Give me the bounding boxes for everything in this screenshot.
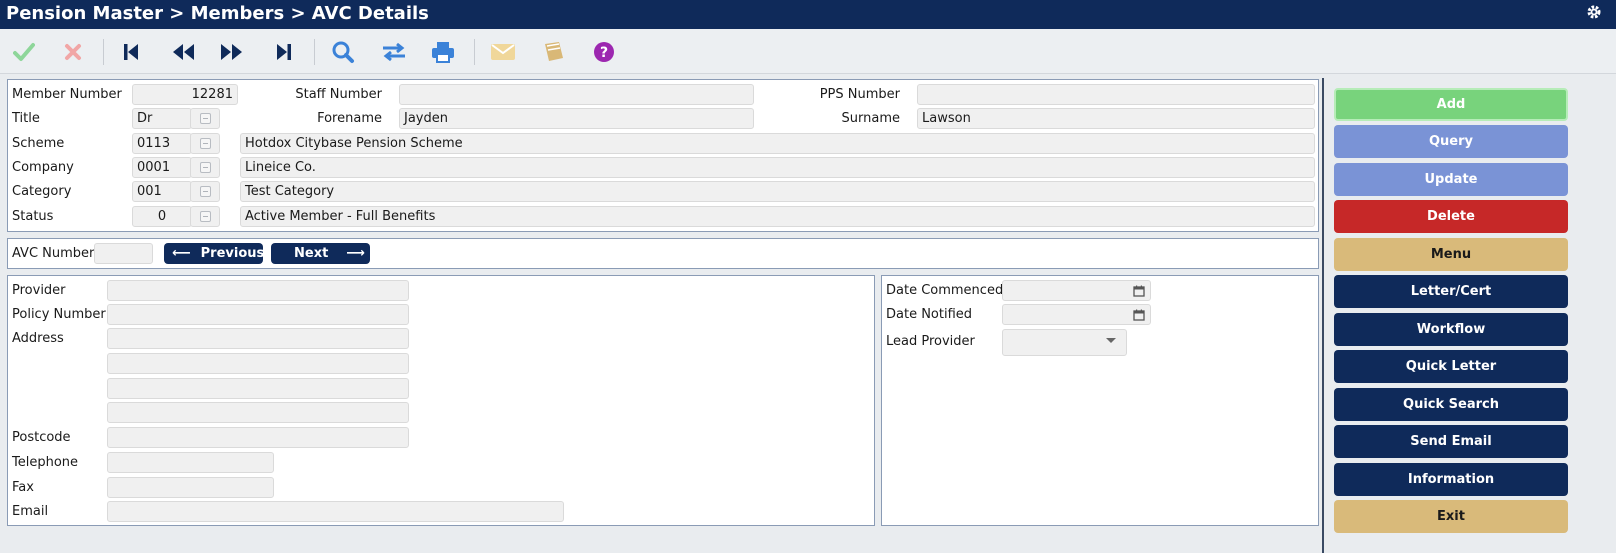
surname-label: Surname	[841, 111, 900, 126]
send-email-button[interactable]: Send Email	[1334, 425, 1568, 458]
surname-field[interactable]: Lawson	[917, 108, 1315, 129]
date-notified-field[interactable]	[1002, 304, 1151, 325]
title-label: Title	[12, 111, 40, 126]
date-notified-label: Date Notified	[886, 307, 973, 322]
calendar-icon[interactable]	[1133, 308, 1145, 324]
fax-label: Fax	[12, 480, 34, 495]
postcode-field[interactable]	[107, 427, 409, 448]
previous-record-icon[interactable]	[167, 37, 199, 67]
member-panel: Member Number 12281 Staff Number PPS Num…	[7, 79, 1319, 232]
action-sidebar: Add Query Update Delete Menu Letter/Cert…	[1322, 78, 1616, 553]
pps-number-field[interactable]	[917, 84, 1315, 105]
status-code-field[interactable]: 0	[132, 206, 192, 227]
category-lookup-icon[interactable]	[190, 181, 220, 202]
dates-panel: Date Commenced Date Notified Lead Provid…	[881, 275, 1319, 526]
address-label: Address	[12, 331, 64, 346]
category-code-field[interactable]: 001	[132, 181, 192, 202]
title-lookup-icon[interactable]	[190, 108, 220, 129]
toolbar-separator	[103, 39, 104, 65]
lead-provider-select[interactable]	[1002, 329, 1127, 356]
forename-field[interactable]: Jayden	[399, 108, 754, 129]
email-icon[interactable]	[487, 37, 519, 67]
check-icon[interactable]	[8, 37, 40, 67]
title-bar: Pension Master > Members > AVC Details	[0, 0, 1616, 29]
scheme-label: Scheme	[12, 136, 65, 151]
pps-number-label: PPS Number	[819, 87, 900, 102]
fax-field[interactable]	[107, 477, 274, 498]
page-title: Pension Master > Members > AVC Details	[6, 3, 429, 24]
category-name-field: Test Category	[240, 181, 1315, 202]
company-name-field: Lineice Co.	[240, 157, 1315, 178]
staff-number-label: Staff Number	[295, 87, 382, 102]
information-button[interactable]: Information	[1334, 463, 1568, 496]
status-name-field: Active Member - Full Benefits	[240, 206, 1315, 227]
avc-navigation-panel: AVC Number ⟵ Previous Next ⟶	[7, 238, 1319, 269]
search-icon[interactable]	[327, 37, 359, 67]
company-code-field[interactable]: 0001	[132, 157, 192, 178]
provider-label: Provider	[12, 283, 66, 298]
telephone-label: Telephone	[12, 455, 79, 470]
avc-number-field[interactable]	[94, 243, 153, 264]
address-line-3[interactable]	[107, 378, 409, 399]
policy-number-label: Policy Number	[12, 307, 106, 322]
arrow-right-icon: ⟶	[346, 246, 365, 261]
menu-button[interactable]: Menu	[1334, 238, 1568, 271]
staff-number-field[interactable]	[399, 84, 754, 105]
scheme-name-field: Hotdox Citybase Pension Scheme	[240, 133, 1315, 154]
company-lookup-icon[interactable]	[190, 157, 220, 178]
email-label: Email	[12, 504, 49, 519]
status-lookup-icon[interactable]	[190, 206, 220, 227]
status-label: Status	[12, 209, 54, 224]
avc-number-label: AVC Number	[12, 246, 95, 261]
member-number-field[interactable]: 12281	[132, 84, 238, 105]
delete-button[interactable]: Delete	[1334, 200, 1568, 233]
company-label: Company	[12, 160, 74, 175]
toolbar-separator	[474, 39, 475, 65]
forename-label: Forename	[317, 111, 382, 126]
add-button[interactable]: Add	[1334, 88, 1568, 121]
svg-text:?: ?	[600, 45, 608, 61]
address-line-2[interactable]	[107, 353, 409, 374]
quick-search-button[interactable]: Quick Search	[1334, 388, 1568, 421]
workflow-button[interactable]: Workflow	[1334, 313, 1568, 346]
address-line-4[interactable]	[107, 402, 409, 423]
notebook-icon[interactable]	[537, 37, 569, 67]
scheme-lookup-icon[interactable]	[190, 133, 220, 154]
letter-cert-button[interactable]: Letter/Cert	[1334, 275, 1568, 308]
telephone-field[interactable]	[107, 452, 274, 473]
next-record-icon[interactable]	[216, 37, 248, 67]
help-icon[interactable]: ?	[588, 37, 620, 67]
toolbar-separator	[314, 39, 315, 65]
email-field[interactable]	[107, 501, 564, 522]
arrow-left-icon: ⟵	[172, 246, 191, 261]
query-button[interactable]: Query	[1334, 125, 1568, 158]
policy-number-field[interactable]	[107, 304, 409, 325]
cancel-icon[interactable]	[57, 37, 89, 67]
title-field[interactable]: Dr	[132, 108, 192, 129]
category-label: Category	[12, 184, 72, 199]
calendar-icon[interactable]	[1133, 284, 1145, 300]
postcode-label: Postcode	[12, 430, 71, 445]
address-line-1[interactable]	[107, 328, 409, 349]
last-record-icon[interactable]	[268, 37, 300, 67]
transfer-icon[interactable]	[378, 37, 410, 67]
lead-provider-label: Lead Provider	[886, 334, 975, 349]
quick-letter-button[interactable]: Quick Letter	[1334, 350, 1568, 383]
exit-button[interactable]: Exit	[1334, 500, 1568, 533]
date-commenced-field[interactable]	[1002, 280, 1151, 301]
print-icon[interactable]	[427, 37, 459, 67]
provider-field[interactable]	[107, 280, 409, 301]
date-commenced-label: Date Commenced	[886, 283, 1004, 298]
update-button[interactable]: Update	[1334, 163, 1568, 196]
previous-button[interactable]: ⟵ Previous	[164, 243, 264, 264]
first-record-icon[interactable]	[115, 37, 147, 67]
scheme-code-field[interactable]: 0113	[132, 133, 192, 154]
gear-icon[interactable]	[1586, 4, 1602, 24]
toolbar: ?	[0, 29, 1616, 74]
chevron-down-icon	[1106, 338, 1116, 343]
provider-panel: Provider Policy Number Address Postcode …	[7, 275, 875, 526]
next-button[interactable]: Next ⟶	[271, 243, 370, 264]
member-number-label: Member Number	[12, 87, 122, 102]
